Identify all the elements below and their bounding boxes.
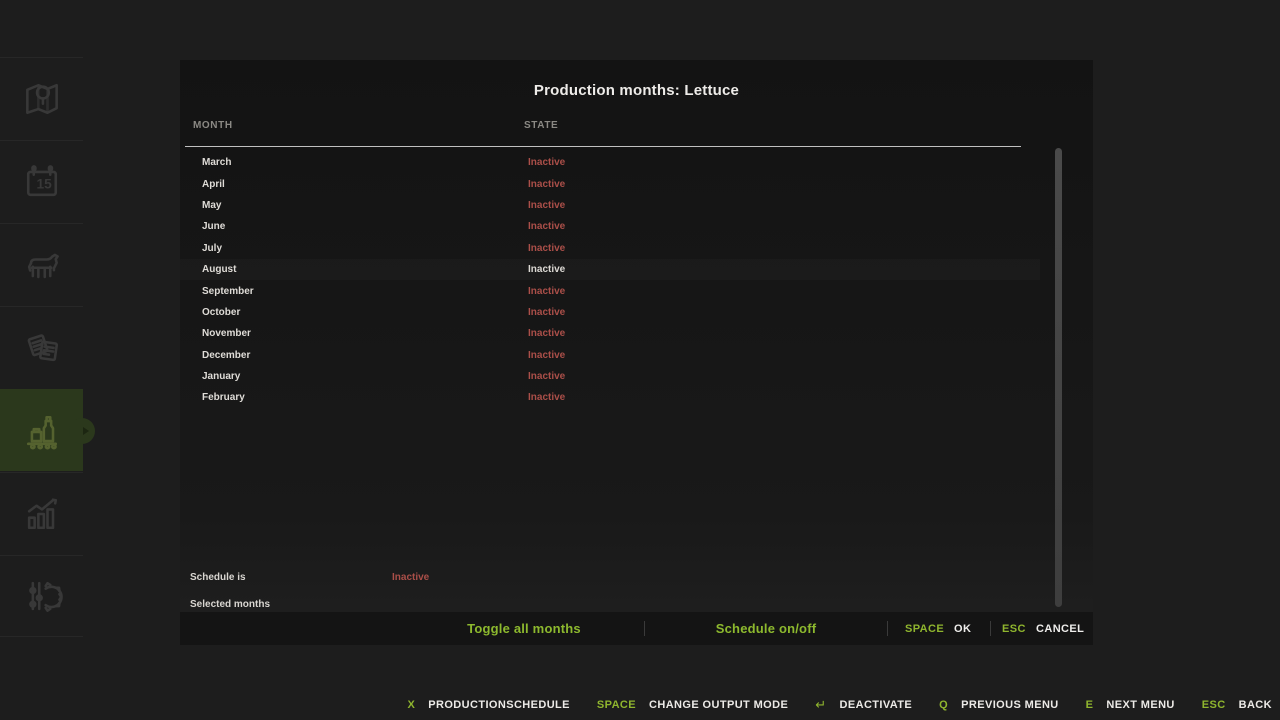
help-item-change-output-mode[interactable]: SPACE CHANGE OUTPUT MODE [597,699,788,711]
sidebar-item-animals[interactable] [0,223,83,305]
help-item-next-menu[interactable]: E NEXT MENU [1086,699,1175,711]
month-cell: June [202,221,225,232]
sidebar-item-map[interactable] [0,57,83,139]
help-item-deactivate[interactable]: ↵ DEACTIVATE [815,697,912,713]
table-row[interactable]: July Inactive [180,238,1040,259]
table-row[interactable]: April Inactive [180,173,1040,194]
key-hint: SPACE [597,699,636,711]
key-hint: E [1086,699,1094,711]
key-hint: ESC [1202,699,1226,711]
action-separator [644,621,645,636]
table-row[interactable]: March Inactive [180,152,1040,173]
month-cell: January [202,371,240,382]
key-hint: Q [939,699,948,711]
state-cell: Inactive [528,286,565,297]
table-row[interactable]: November Inactive [180,323,1040,344]
sidebar-item-production[interactable] [0,389,83,471]
map-icon [20,77,64,121]
help-label: NEXT MENU [1106,699,1174,711]
months-table: MarchInactiveAprilInactiveMayInactiveJun… [180,152,1040,409]
statistics-icon [20,492,64,536]
help-label: BACK [1239,699,1272,711]
state-cell: Inactive [528,200,565,211]
schedule-status-label: Schedule is [190,572,246,583]
help-label: PRODUCTIONSCHEDULE [428,699,570,711]
month-cell: May [202,200,221,211]
table-row[interactable]: June Inactive [180,216,1040,237]
selected-months-label: Selected months [190,599,270,610]
action-separator [887,621,888,636]
schedule-status-value: Inactive [392,572,429,583]
state-cell: Inactive [528,221,565,232]
table-row[interactable]: December Inactive [180,345,1040,366]
return-key-icon: ↵ [815,697,826,713]
month-cell: August [202,264,236,275]
month-cell: November [202,328,251,339]
month-cell: December [202,350,250,361]
svg-text:15: 15 [36,176,52,191]
key-hint: X [408,699,416,711]
toggle-all-months-button[interactable]: Toggle all months [467,612,581,645]
state-cell: Inactive [528,264,565,275]
state-cell: Inactive [528,179,565,190]
header-divider [185,146,1021,147]
help-label: DEACTIVATE [840,699,913,711]
table-row[interactable]: January Inactive [180,366,1040,387]
calendar-icon: 15 [20,160,64,204]
scrollbar[interactable] [1055,148,1062,607]
state-cell: Inactive [528,307,565,318]
production-icon [20,409,64,453]
selected-months-row: Selected months [180,599,1040,613]
production-months-dialog: Production months: Lettuce MONTH STATE M… [180,60,1093,645]
month-cell: July [202,243,222,254]
table-row[interactable]: August Inactive [180,259,1040,280]
schedule-onoff-button[interactable]: Schedule on/off [716,612,817,645]
page-title: Production months: Lettuce [180,82,1093,99]
sidebar-item-calendar[interactable]: 15 [0,140,83,222]
table-row[interactable]: October Inactive [180,302,1040,323]
ok-key-hint: SPACE [905,612,944,645]
month-cell: March [202,157,231,168]
ok-button[interactable]: OK [954,612,971,645]
month-cell: February [202,392,245,403]
state-cell: Inactive [528,371,565,382]
help-item-previous-menu[interactable]: Q PREVIOUS MENU [939,699,1058,711]
column-header-month: MONTH [193,120,233,131]
schedule-status-row: Schedule is Inactive [180,572,1040,586]
state-cell: Inactive [528,243,565,254]
state-cell: Inactive [528,392,565,403]
cancel-key-hint: ESC [1002,612,1026,645]
arrow-right-icon [83,427,89,435]
keybind-help-bar: X PRODUCTIONSCHEDULE SPACE CHANGE OUTPUT MO… [408,690,1272,720]
help-item-productionschedule[interactable]: X PRODUCTIONSCHEDULE [408,699,570,711]
cancel-button[interactable]: CANCEL [1036,612,1084,645]
state-cell: Inactive [528,157,565,168]
table-header-row: MONTH STATE [180,120,1093,136]
finances-icon [20,326,64,370]
month-cell: October [202,307,240,318]
action-separator [990,621,991,636]
animals-icon [20,243,64,287]
settings-icon [20,574,64,618]
sidebar: 15 [0,0,83,720]
state-cell: Inactive [528,328,565,339]
table-row[interactable]: February Inactive [180,387,1040,408]
help-item-back[interactable]: ESC BACK [1202,699,1272,711]
sidebar-item-settings[interactable] [0,555,83,637]
column-header-state: STATE [524,120,558,131]
help-label: PREVIOUS MENU [961,699,1059,711]
table-row[interactable]: May Inactive [180,195,1040,216]
help-label: CHANGE OUTPUT MODE [649,699,788,711]
sidebar-item-statistics[interactable] [0,472,83,554]
dialog-action-bar: Toggle all months Schedule on/off SPACE … [180,612,1093,645]
month-cell: April [202,179,225,190]
state-cell: Inactive [528,350,565,361]
sidebar-item-finances[interactable] [0,306,83,388]
table-row[interactable]: September Inactive [180,280,1040,301]
selected-tab-bump [69,418,95,444]
month-cell: September [202,286,254,297]
